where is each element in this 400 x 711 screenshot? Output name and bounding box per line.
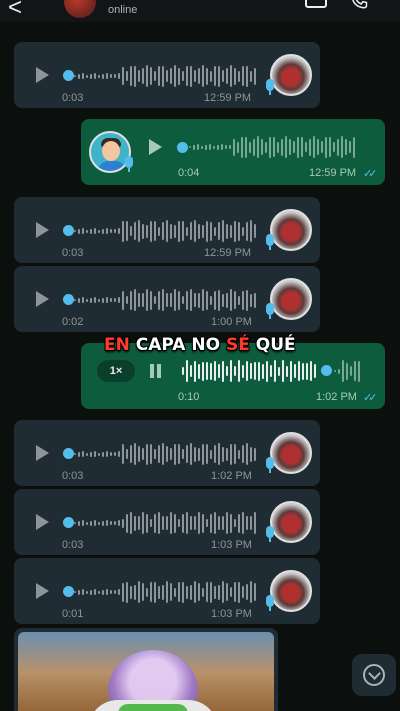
playback-position[interactable] <box>63 225 74 236</box>
playback-speed-button[interactable]: 1× <box>97 360 135 382</box>
chevron-down-icon <box>363 664 385 686</box>
voice-message: 0:02 1:00 PM <box>14 266 320 332</box>
mic-icon <box>266 457 274 473</box>
sender-avatar <box>270 278 312 320</box>
message-time: 1:02 PM <box>211 470 252 482</box>
playback-position[interactable] <box>63 294 74 305</box>
play-icon[interactable] <box>36 222 49 238</box>
waveform[interactable] <box>74 219 256 243</box>
voice-duration: 0:03 <box>62 539 84 551</box>
image-message[interactable] <box>14 628 278 711</box>
mic-icon <box>125 156 133 172</box>
voice-duration: 0:02 <box>62 316 84 328</box>
sender-avatar <box>270 570 312 612</box>
message-time: 1:00 PM <box>211 316 252 328</box>
mic-icon <box>266 303 274 319</box>
voice-message: 0:03 12:59 PM <box>14 42 320 108</box>
message-time: 1:02 PM <box>316 391 357 403</box>
my-avatar <box>89 131 131 173</box>
waveform[interactable] <box>74 64 256 88</box>
read-receipt-icon: ✓✓ <box>363 168 378 180</box>
read-receipt-icon: ✓✓ <box>363 392 378 404</box>
caption-word: CAPA NO <box>135 335 221 355</box>
video-caption: EN CAPA NO SÉ QUÉ <box>104 335 296 355</box>
play-icon[interactable] <box>36 514 49 530</box>
chat-area: 0:03 12:59 PM 0:04 12:59 PM ✓✓ 0:03 12:5… <box>0 22 400 711</box>
voice-message: 0:03 1:03 PM <box>14 489 320 555</box>
waveform[interactable] <box>189 135 355 159</box>
voice-call-icon[interactable] <box>350 0 368 10</box>
sender-avatar <box>270 501 312 543</box>
voice-duration: 0:03 <box>62 470 84 482</box>
play-icon[interactable] <box>36 67 49 83</box>
playback-position[interactable] <box>63 517 74 528</box>
waveform[interactable] <box>74 288 256 312</box>
mic-icon <box>266 595 274 611</box>
waveform[interactable] <box>74 580 256 604</box>
waveform[interactable] <box>74 511 256 535</box>
caption-word: QUÉ <box>255 335 296 355</box>
voice-message: 0:04 12:59 PM ✓✓ <box>81 119 385 185</box>
play-icon[interactable] <box>36 445 49 461</box>
voice-duration: 0:04 <box>178 167 200 179</box>
contact-status: online <box>108 4 138 16</box>
back-arrow-icon[interactable]: < <box>8 0 22 22</box>
toy-story-image[interactable] <box>18 632 274 711</box>
sender-avatar <box>270 54 312 96</box>
voice-message: 0:03 1:02 PM <box>14 420 320 486</box>
voice-duration: 0:01 <box>62 608 84 620</box>
message-time: 1:03 PM <box>211 539 252 551</box>
caption-word: EN <box>104 335 130 355</box>
playback-position[interactable] <box>63 586 74 597</box>
mic-icon <box>266 526 274 542</box>
mic-icon <box>266 234 274 250</box>
waveform[interactable] <box>182 359 316 383</box>
playback-position[interactable] <box>63 70 74 81</box>
play-icon[interactable] <box>36 291 49 307</box>
playback-position[interactable] <box>177 142 188 153</box>
waveform-remaining[interactable] <box>334 359 360 383</box>
video-call-icon[interactable] <box>305 0 327 8</box>
voice-duration: 0:03 <box>62 247 84 259</box>
voice-duration: 0:10 <box>178 391 200 403</box>
message-time: 12:59 PM <box>204 247 252 259</box>
waveform[interactable] <box>74 442 256 466</box>
scroll-to-bottom-button[interactable] <box>352 654 396 696</box>
play-icon[interactable] <box>149 139 162 155</box>
sender-avatar <box>270 432 312 474</box>
mic-icon <box>266 79 274 95</box>
contact-avatar[interactable] <box>64 0 96 18</box>
message-time: 12:59 PM <box>204 92 252 104</box>
voice-message: 0:01 1:03 PM <box>14 558 320 624</box>
caption-word: SÉ <box>225 335 250 355</box>
voice-duration: 0:03 <box>62 92 84 104</box>
message-time: 12:59 PM <box>309 167 357 179</box>
voice-message: 0:03 12:59 PM <box>14 197 320 263</box>
pause-icon[interactable] <box>150 364 162 378</box>
message-time: 1:03 PM <box>211 608 252 620</box>
playback-position[interactable] <box>321 365 332 376</box>
chat-header: < online <box>0 0 400 22</box>
playback-position[interactable] <box>63 448 74 459</box>
sender-avatar <box>270 209 312 251</box>
play-icon[interactable] <box>36 583 49 599</box>
